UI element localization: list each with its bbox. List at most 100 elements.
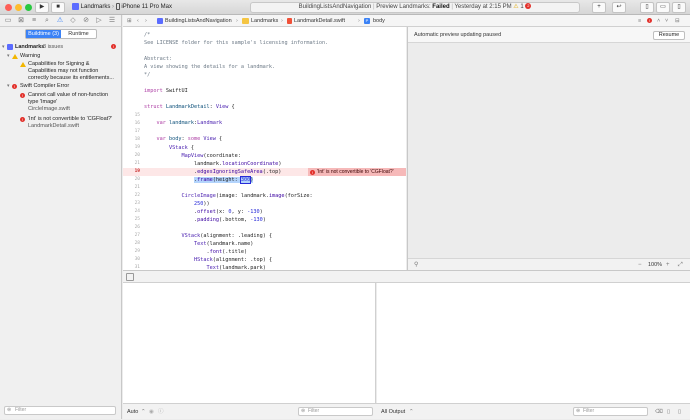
inline-error-text: 'Int' is not convertible to 'CGFloat?' (317, 169, 394, 175)
related-items-icon[interactable]: ⊞ (127, 15, 132, 27)
navigator-filter-input[interactable]: ⊜ Filter (4, 406, 116, 415)
zoom-window-button[interactable] (25, 4, 32, 11)
project-icon (157, 18, 163, 24)
editor-options-icon[interactable]: ⊟ (675, 15, 680, 27)
error-group-row[interactable]: ▾ ! Swift Compiler Error (0, 83, 121, 91)
error-icon: ! (20, 117, 25, 122)
line-number: 23 (134, 201, 140, 206)
warnings-count[interactable]: 1 (520, 4, 523, 10)
project-name: Landmarks (15, 44, 45, 50)
console-view[interactable] (377, 283, 690, 403)
warning-icon (12, 54, 18, 59)
source-control-icon[interactable]: ⊠ (17, 17, 25, 25)
breadcrumb-project[interactable]: BuildingListsAndNavigation (165, 15, 232, 27)
variables-filter-input[interactable]: ⊜ Filter (298, 407, 373, 416)
output-selector[interactable]: All Output (381, 404, 405, 420)
preview-paused-message: Automatic preview updating paused (414, 32, 502, 38)
split-right-icon[interactable]: ▯ (678, 404, 681, 420)
error1-file: CircleImage.swift (28, 106, 70, 112)
sidebar-left-icon: ▯ (645, 4, 649, 10)
debug-icon[interactable]: ⊘ (82, 17, 90, 25)
code-line: var landmark:Landmark (156, 120, 223, 126)
back-icon[interactable]: ‹ (137, 15, 139, 27)
preview-status-bar: Automatic preview updating paused Resume (408, 27, 690, 43)
debug-bar (123, 270, 690, 283)
auto-selector[interactable]: Auto (127, 404, 138, 420)
breadcrumb-group[interactable]: Landmarks (251, 15, 278, 27)
activity-status: Failed (432, 4, 450, 10)
tab-buildtime[interactable]: Buildtime (3) (26, 30, 61, 38)
phone-icon (115, 2, 120, 10)
folder-icon[interactable]: ▭ (4, 17, 12, 25)
test-icon[interactable]: ◇ (69, 17, 77, 25)
line-number: 28 (134, 241, 140, 246)
code-line: See LICENSE folder for this sample's lic… (144, 40, 329, 46)
forward-icon[interactable]: › (145, 15, 147, 27)
minimize-window-button[interactable] (15, 4, 22, 11)
up-icon[interactable]: ˄ (657, 15, 660, 27)
chevron-up-down-icon: ⌃ (409, 409, 414, 415)
code-line: .padding(.bottom, -130) (144, 217, 266, 223)
split-left-icon[interactable]: ▯ (667, 404, 670, 420)
warning-icon: ⚠ (513, 4, 519, 10)
chevron-up-down-icon: ⌃ (141, 409, 146, 415)
error-badge[interactable]: 2 (525, 3, 532, 10)
line-number: 15 (134, 113, 140, 118)
activity-viewer: BuildingListsAndNavigation | Preview Lan… (250, 2, 580, 13)
close-window-button[interactable] (5, 4, 12, 11)
code-line: A view showing the details for a landmar… (144, 64, 276, 70)
error-group-label: Swift Compiler Error (20, 83, 70, 89)
run-button[interactable]: ▶ (35, 2, 49, 13)
chevron-right-icon: › (358, 18, 360, 24)
tab-runtime[interactable]: Runtime (61, 30, 96, 38)
editor-error-badge[interactable]: ! (647, 18, 652, 24)
error-item-1[interactable]: ! Cannot call value of non-function type… (0, 92, 121, 114)
source-editor[interactable]: ! 'Int' is not convertible to 'CGFloat?'… (123, 27, 406, 270)
toggle-inspector-button[interactable]: ▯ (672, 2, 686, 13)
warning-text-3: correctly because its entitlements... (28, 75, 114, 81)
warning-group-row[interactable]: ▾ Warning (0, 53, 121, 61)
error2-file: LandmarkDetail.swift (28, 123, 80, 129)
error-item-2[interactable]: ! 'Int' is not convertible to 'CGFloat?'… (0, 116, 121, 131)
line-number: 29 (134, 249, 140, 254)
line-number: 24 (134, 209, 140, 214)
toggle-debug-button[interactable]: ▭ (656, 2, 670, 13)
add-library-button[interactable]: + (592, 2, 606, 13)
info-icon[interactable]: ⓘ (158, 404, 164, 420)
symbol-icon[interactable]: ≡ (30, 17, 38, 25)
warning-item[interactable]: Capabilities for Signing & Capabilities … (0, 61, 121, 81)
error-icon: ! (12, 84, 17, 89)
toggle-navigator-button[interactable]: ▯ (640, 2, 654, 13)
breadcrumb-symbol[interactable]: body (373, 15, 385, 27)
project-row[interactable]: ▾ Landmarks 3 issues ! (0, 43, 121, 52)
breadcrumb-file[interactable]: LandmarkDetail.swift (294, 15, 345, 27)
error1-text-1: Cannot call value of non-function (28, 92, 109, 98)
trash-icon[interactable]: ⌫ (655, 404, 663, 420)
code-line: .frame(height: 300) (193, 176, 254, 184)
find-icon[interactable]: ⌕ (43, 17, 51, 25)
panel-bottom-icon: ▭ (660, 4, 666, 10)
hide-debug-area-icon[interactable] (126, 273, 134, 281)
resume-button[interactable]: Resume (653, 31, 685, 40)
eye-icon[interactable]: ◉ (149, 404, 154, 420)
breakpoint-icon[interactable]: ▷ (95, 17, 103, 25)
error-badge-icon: ! (111, 44, 116, 49)
line-number: 21 (134, 185, 140, 190)
activity-time: Yesterday at 2:15 PM (454, 4, 512, 10)
issue-icon[interactable]: ⚠ (56, 17, 64, 25)
stop-button[interactable]: ■ (51, 2, 65, 13)
report-icon[interactable]: ☰ (108, 17, 116, 25)
warning-text-2: Capabilities may not function (28, 68, 99, 74)
code-line: VStack { (169, 145, 194, 151)
code-line: var body: some View { (156, 136, 223, 142)
scheme-selector[interactable]: Landmarks › iPhone 11 Pro Max (72, 2, 172, 13)
console-filter-placeholder: Filter (583, 408, 595, 414)
code-review-button[interactable]: ↩ (612, 2, 626, 13)
console-filter-input[interactable]: ⊜ Filter (573, 407, 648, 416)
chevron-right-icon: › (281, 18, 283, 24)
variables-view[interactable] (123, 283, 376, 403)
lines-icon[interactable]: ≡ (638, 15, 641, 27)
line-number: 18 (134, 137, 140, 142)
down-icon[interactable]: ˅ (665, 15, 668, 27)
inline-error-message[interactable]: ! 'Int' is not convertible to 'CGFloat?' (308, 168, 406, 176)
